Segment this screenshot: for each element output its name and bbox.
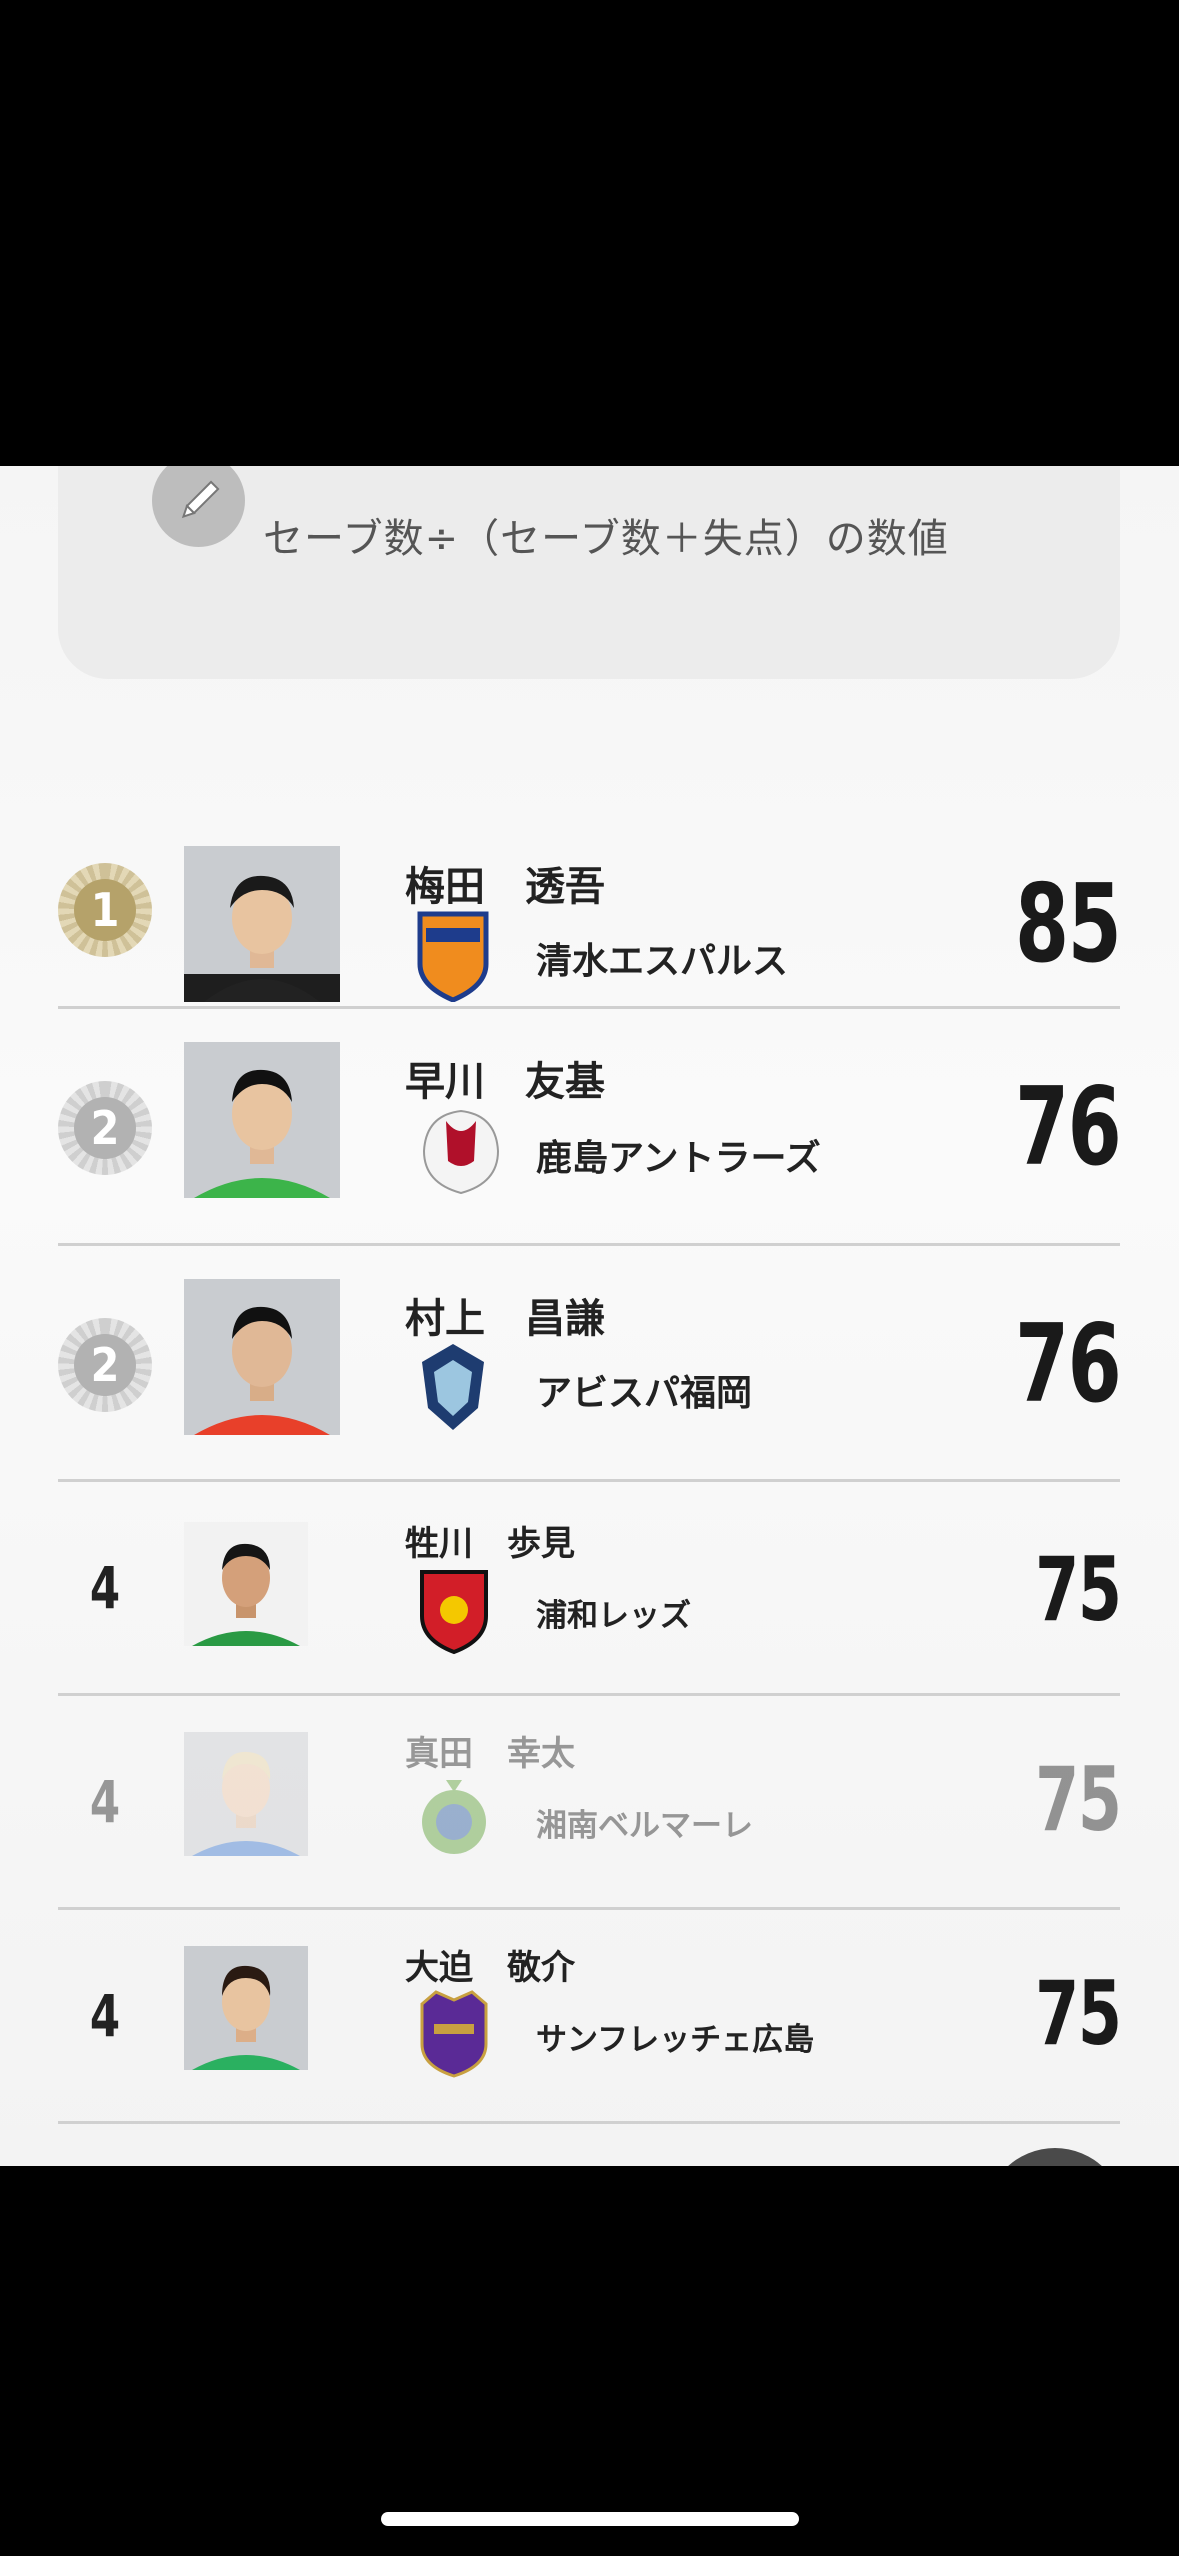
fab-clip	[0, 466, 1179, 2166]
home-indicator[interactable]	[381, 2512, 799, 2526]
floating-action-button[interactable]	[985, 2148, 1125, 2166]
